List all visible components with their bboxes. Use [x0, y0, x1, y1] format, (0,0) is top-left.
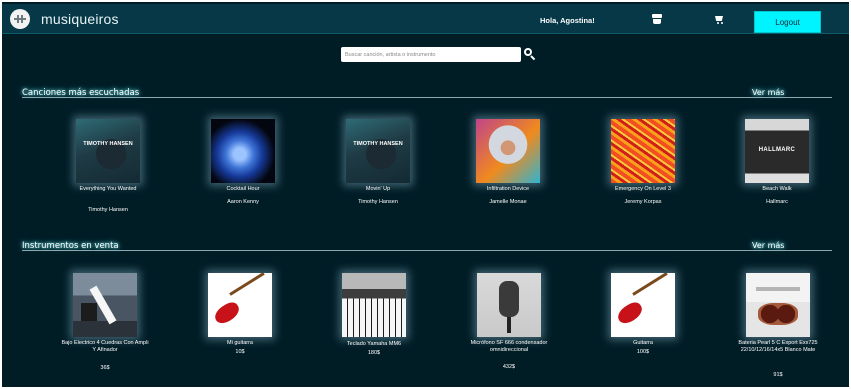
instrument-photo[interactable]	[342, 273, 406, 337]
instrument-name[interactable]: Bateria Pearl 5 C Export Exx725 22/10/12…	[733, 340, 823, 353]
songs-see-more-link[interactable]: Ver más	[752, 88, 784, 97]
search-icon[interactable]	[524, 48, 535, 61]
app-window: musiqueiros Hola, Agostina! Logout Canci…	[0, 0, 851, 389]
section-divider	[22, 97, 832, 98]
navbar: musiqueiros Hola, Agostina! Logout	[2, 4, 849, 34]
logout-button[interactable]: Logout	[754, 11, 821, 33]
instrument-photo[interactable]	[746, 273, 810, 337]
instrument-price: 100$	[636, 349, 650, 355]
song-title[interactable]: Cocktail Hour	[198, 186, 288, 193]
instrument-name[interactable]: Bajo Electrico 4 Cuedras Con Ampli Y Afi…	[60, 340, 150, 353]
song-title[interactable]: Emergency On Level 3	[598, 186, 688, 193]
song-title[interactable]: Everything You Wanted	[63, 186, 153, 193]
instrument-price: 91$	[773, 372, 783, 378]
album-cover[interactable]: TIMOTHY HANSEN	[346, 119, 410, 183]
album-cover[interactable]: TIMOTHY HANSEN	[76, 119, 140, 183]
section-divider	[22, 250, 832, 251]
album-cover-text: TIMOTHY HANSEN	[83, 141, 133, 147]
album-cover-text: HALLMARC	[758, 147, 796, 153]
box-icon[interactable]	[652, 14, 662, 24]
instrument-price: 10$	[235, 349, 245, 355]
instrument-name[interactable]: Guitarra	[598, 340, 688, 347]
song-artist: Timothy Hansen	[88, 207, 128, 213]
song-artist: Aaron Kenny	[227, 199, 259, 205]
instrument-name[interactable]: Mi guitarra	[195, 340, 285, 347]
search-input[interactable]	[341, 47, 521, 62]
album-cover[interactable]	[611, 119, 675, 183]
song-title[interactable]: Infiltration Device	[463, 186, 553, 193]
song-artist: Jamelle Monae	[489, 199, 527, 205]
instrument-photo[interactable]	[477, 273, 541, 337]
brand-name[interactable]: musiqueiros	[41, 11, 119, 27]
instrument-price: 180$	[367, 350, 381, 356]
album-cover-text: TIMOTHY HANSEN	[353, 141, 403, 147]
song-title[interactable]: Movin' Up	[333, 186, 423, 193]
instrument-name[interactable]: Teclado Yamaha MM6	[329, 341, 419, 348]
instrument-photo[interactable]	[73, 273, 137, 337]
instrument-photo[interactable]	[208, 273, 272, 337]
instrument-price: 36$	[100, 365, 110, 371]
logo-icon[interactable]	[10, 9, 30, 29]
instrument-price: 432$	[502, 364, 516, 370]
instrument-name[interactable]: Micrófono SF 666 condensador omnidirecci…	[464, 340, 554, 353]
album-cover[interactable]	[476, 119, 540, 183]
user-greeting: Hola, Agostina!	[540, 16, 595, 25]
instruments-see-more-link[interactable]: Ver más	[752, 241, 784, 250]
song-title[interactable]: Beach Walk	[732, 186, 822, 193]
album-cover[interactable]: HALLMARC	[745, 119, 809, 183]
cart-icon[interactable]	[714, 15, 724, 25]
song-artist: Jeremy Korpas	[624, 199, 662, 205]
album-cover[interactable]	[211, 119, 275, 183]
song-artist: Hallmarc	[766, 199, 788, 205]
song-artist: Timothy Hansen	[358, 199, 398, 205]
instrument-photo[interactable]	[611, 273, 675, 337]
